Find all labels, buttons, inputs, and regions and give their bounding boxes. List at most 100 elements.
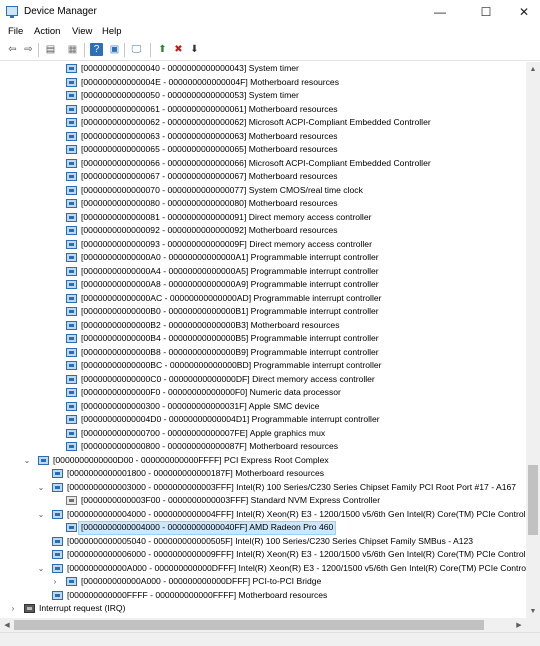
collapse-arrow-icon[interactable]: ⌄ [36,562,46,576]
close-button[interactable]: ✕ [504,0,540,24]
tree-item[interactable]: [000000000000004E - 000000000000004F] Mo… [0,76,526,90]
tree-item[interactable]: [0000000000000800 - 000000000000087F] Mo… [0,440,526,454]
help-button[interactable]: ? [90,43,103,56]
tree-item[interactable]: [0000000000000300 - 000000000000031F] Ap… [0,400,526,414]
forward-button[interactable]: ⇨ [22,43,35,56]
tree-item[interactable]: [0000000000000067 - 0000000000000067] Mo… [0,170,526,184]
device-icon [66,226,77,235]
tree-item[interactable]: [00000000000000B4 - 00000000000000B5] Pr… [0,332,526,346]
tree-item-label: [0000000000000300 - 000000000000031F] Ap… [81,400,320,411]
tree-item-label: [0000000000000062 - 0000000000000062] Mi… [81,117,431,127]
vertical-scroll-thumb[interactable] [528,465,538,536]
horizontal-scrollbar[interactable]: ◀ ▶ [0,618,526,632]
tree-item[interactable]: [0000000000000070 - 0000000000000077] Sy… [0,184,526,198]
tree-item[interactable]: [0000000000001800 - 000000000000187F] Mo… [0,467,526,481]
red-x-icon: ✖ [174,44,183,55]
vertical-scrollbar[interactable]: ▲ ▼ [526,62,540,618]
collapse-arrow-icon[interactable]: ⌄ [36,481,46,495]
device-icon [66,253,77,262]
device-icon [66,347,77,357]
toolbar: ⇦ ⇨ ▤ ▦? ▣ 🖵 ⬆ ✖ ⬇ [0,40,540,61]
menu-action[interactable]: Action [34,26,60,37]
device-icon [66,118,77,127]
tree-item[interactable]: [00000000000000C0 - 00000000000000DF] Di… [0,373,526,387]
tree-item[interactable]: [0000000000003F00 - 0000000000003FFF] St… [0,494,526,508]
tree-item[interactable]: ⌄ [0000000000000D00 - 000000000000FFFF] P… [0,454,526,468]
expand-arrow-icon[interactable]: › [8,602,18,616]
show-hide-console-tree-button[interactable]: ▤ [44,43,57,56]
tree-item[interactable]: [0000000000005040 - 000000000000505F] In… [0,535,526,549]
tree-item[interactable]: [00000000000000BC - 00000000000000BD] Pr… [0,359,526,373]
tree-item[interactable]: [0000000000000092 - 0000000000000092] Mo… [0,224,526,238]
tree-item[interactable]: [00000000000000A4 - 00000000000000A5] Pr… [0,265,526,279]
properties-button[interactable]: ▦ [66,43,79,56]
tree-item[interactable]: [0000000000000066 - 0000000000000066] Mi… [0,157,526,171]
minimize-button[interactable]: — [420,0,460,24]
storage-controller-icon [66,496,77,505]
tree-item-selected[interactable]: [0000000000004000 - 00000000000040FF] AM… [0,521,526,535]
scroll-up-icon[interactable]: ▲ [526,62,540,76]
scroll-down-icon[interactable]: ▼ [526,604,540,618]
tree-item[interactable]: [0000000000000062 - 0000000000000062] Mi… [0,116,526,130]
tree-item-label: Interrupt request (IRQ) [39,603,126,613]
update-driver-view-button[interactable]: ▣ [108,43,121,56]
disable-device-button[interactable]: ⬇ [188,43,201,56]
tree-item[interactable]: [00000000000000B2 - 00000000000000B3] Mo… [0,319,526,333]
tree-item[interactable]: [00000000000000A8 - 00000000000000A9] Pr… [0,278,526,292]
tree-item[interactable]: [00000000000000AC - 00000000000000AD] Pr… [0,292,526,306]
toolbar-separator [124,43,125,57]
toolbar-separator [84,43,85,57]
tree-item[interactable]: [00000000000000B8 - 00000000000000B9] Pr… [0,346,526,360]
menu-view[interactable]: View [72,26,92,37]
expand-arrow-icon[interactable]: › [50,575,60,589]
device-icon [52,482,63,492]
tree-item[interactable]: [00000000000000F0 - 00000000000000F0] Nu… [0,386,526,400]
device-icon [52,550,63,559]
tree-item-label: [00000000000000BC - 00000000000000BD] Pr… [81,360,382,370]
scroll-right-icon[interactable]: ▶ [512,618,526,632]
tree-item[interactable]: [00000000000004D0 - 00000000000004D1] Pr… [0,413,526,427]
collapse-arrow-icon[interactable]: ⌄ [36,508,46,522]
device-icon [66,212,77,222]
tree-item[interactable]: [00000000000000A0 - 00000000000000A1] Pr… [0,251,526,265]
tree-item[interactable]: [00000000000000B0 - 00000000000000B1] Pr… [0,305,526,319]
menu-help[interactable]: Help [102,26,122,37]
tree-item[interactable]: [0000000000000065 - 0000000000000065] Mo… [0,143,526,157]
tree-item[interactable]: [0000000000000700 - 00000000000007FE] Ap… [0,427,526,441]
tree-item-label: [0000000000000800 - 000000000000087F] Mo… [81,441,339,451]
scroll-left-icon[interactable]: ◀ [0,618,14,632]
scan-hardware-button[interactable]: 🖵 [130,43,143,56]
device-icon [66,199,77,208]
enable-device-button[interactable]: ⬆ [156,43,169,56]
menu-file[interactable]: File [8,26,23,37]
tree-item[interactable]: [0000000000000061 - 0000000000000061] Mo… [0,103,526,117]
maximize-button[interactable]: ☐ [466,0,506,24]
tree-item[interactable]: [0000000000000093 - 000000000000009F] Di… [0,238,526,252]
tree-item-label: [0000000000000050 - 0000000000000053] Sy… [81,90,299,100]
device-icon [52,536,63,546]
tree-item[interactable]: [000000000000FFFF - 000000000000FFFF] Mo… [0,589,526,603]
tree-item[interactable]: ⌄ [0000000000003000 - 0000000000003FFF] I… [0,481,526,495]
tree-item[interactable]: › [000000000000A000 - 000000000000DFFF] P… [0,575,526,589]
tree-item[interactable]: [0000000000000081 - 0000000000000091] Di… [0,211,526,225]
tree-item[interactable]: [0000000000000040 - 0000000000000043] Sy… [0,62,526,76]
back-button[interactable]: ⇦ [6,43,19,56]
tree-item[interactable]: [0000000000000063 - 0000000000000063] Mo… [0,130,526,144]
tree-item[interactable]: [0000000000000080 - 0000000000000080] Mo… [0,197,526,211]
tree-item[interactable]: ⌄ [0000000000004000 - 0000000000004FFF] I… [0,508,526,522]
tree-item[interactable]: ⌄ [000000000000A000 - 000000000000DFFF] I… [0,562,526,576]
tree-item[interactable]: [0000000000006000 - 0000000000009FFF] In… [0,548,526,562]
device-icon [66,401,77,411]
tree-item-label: [0000000000003F00 - 0000000000003FFF] St… [81,495,381,505]
collapse-arrow-icon[interactable]: ⌄ [22,454,32,468]
monitor-icon: 🖵 [131,44,142,55]
horizontal-scroll-thumb[interactable] [14,620,484,630]
tree-item-label: [00000000000000B2 - 00000000000000B3] Mo… [81,319,340,330]
tree-item[interactable]: [0000000000000050 - 0000000000000053] Sy… [0,89,526,103]
tree-item-label: [0000000000000065 - 0000000000000065] Mo… [81,144,338,154]
device-icon [66,172,77,181]
uninstall-device-button[interactable]: ✖ [172,43,185,56]
tree-item-label: [00000000000000B4 - 00000000000000B5] Pr… [81,333,379,343]
device-tree[interactable]: [0000000000000040 - 0000000000000043] Sy… [0,62,526,618]
tree-item[interactable]: › Interrupt request (IRQ) [0,602,526,616]
